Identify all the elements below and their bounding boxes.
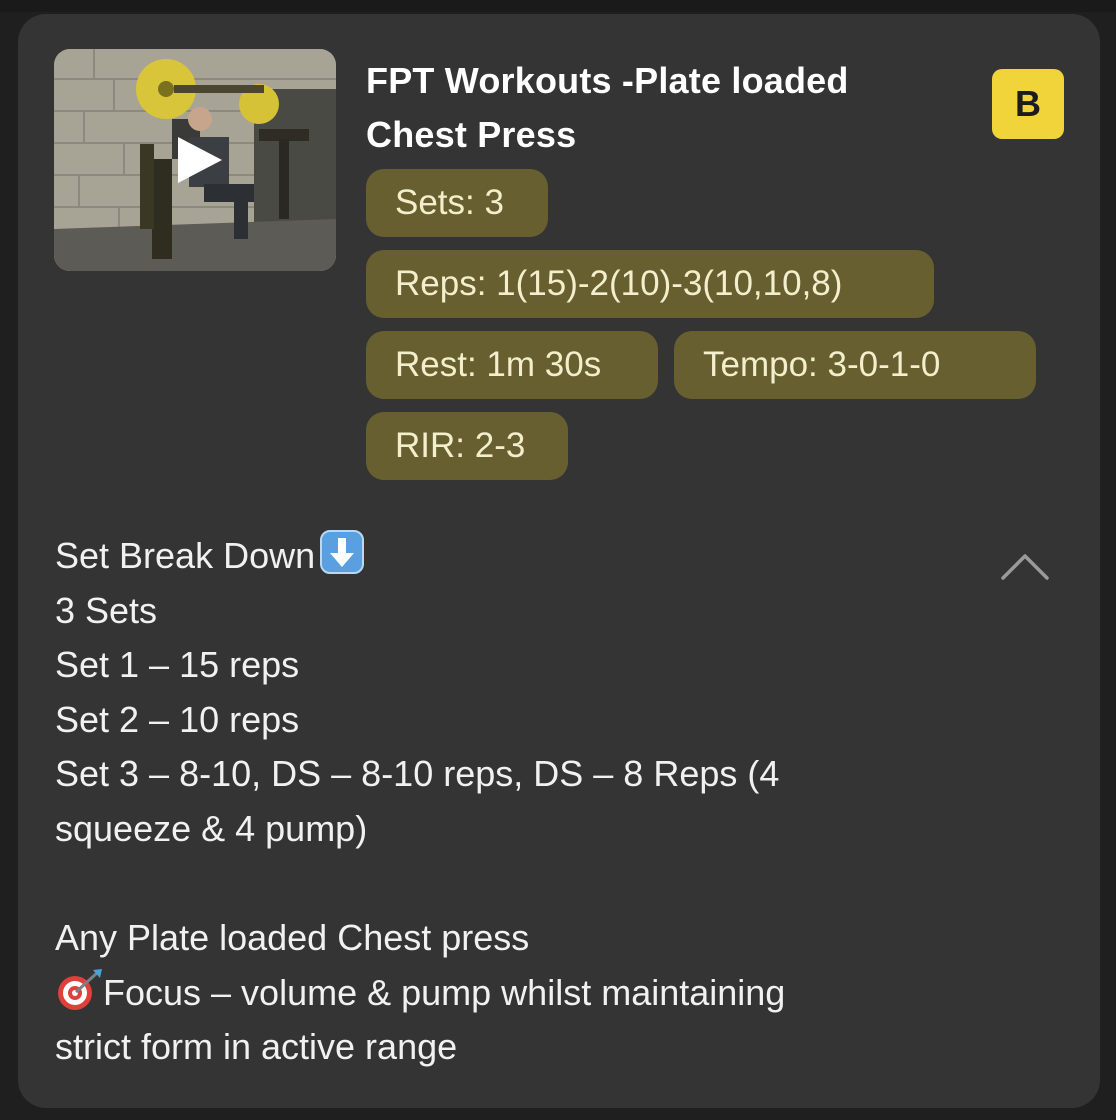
description-heading: Set Break Down — [55, 535, 316, 576]
description-note: Any Plate loaded Chest press — [55, 917, 530, 959]
description-focus-line-2: strict form in active range — [55, 1026, 458, 1068]
sets-chip: Sets: 3 — [366, 169, 548, 237]
exercise-card: FPT Workouts -Plate loaded Chest Press B… — [18, 14, 1100, 1108]
rest-chip: Rest: 1m 30s — [366, 331, 658, 399]
play-icon[interactable] — [172, 133, 226, 187]
reps-chip: Reps: 1(15)-2(10)-3(10,10,8) — [366, 250, 934, 318]
exercise-video-thumbnail[interactable] — [54, 49, 336, 271]
description-line: 3 Sets — [55, 589, 158, 631]
description-line: Set 3 – 8-10, DS – 8-10 reps, DS – 8 Rep… — [55, 753, 780, 795]
category-badge: B — [992, 69, 1064, 139]
top-bar — [0, 0, 1116, 12]
rir-chip: RIR: 2-3 — [366, 412, 568, 480]
description-line: Set 1 – 15 reps — [55, 644, 300, 686]
target-dart-emoji-icon — [58, 968, 102, 1010]
focus-text: Focus – volume & pump whilst maintaining — [103, 971, 786, 1013]
exercise-title: FPT Workouts -Plate loaded Chest Press — [366, 60, 849, 155]
exercise-description: Set Break Down 3 Sets Set 1 – 15 reps Se… — [55, 529, 995, 1075]
description-line: squeeze & 4 pump) — [55, 807, 368, 849]
down-arrow-emoji-icon — [320, 530, 365, 574]
tempo-chip: Tempo: 3-0-1-0 — [674, 331, 1036, 399]
description-heading-line: Set Break Down — [55, 529, 995, 584]
description-line: Set 2 – 10 reps — [55, 698, 300, 740]
description-focus-line: Focus – volume & pump whilst maintaining — [55, 966, 995, 1021]
chevron-up-icon[interactable] — [1000, 546, 1050, 582]
description-spacer — [55, 857, 995, 912]
